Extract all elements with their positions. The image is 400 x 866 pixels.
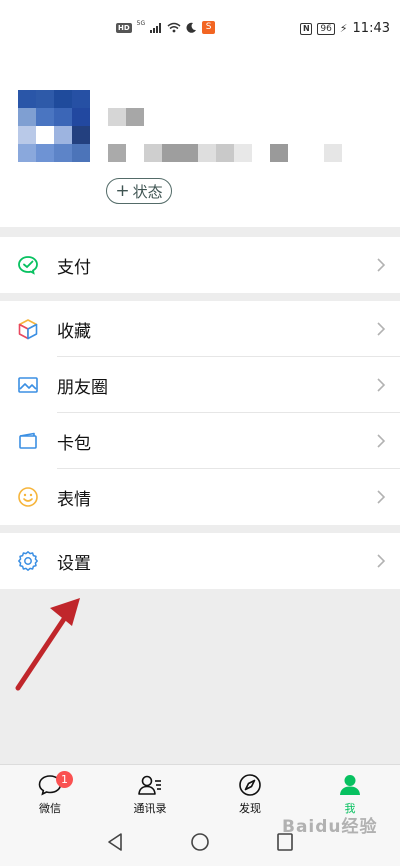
status-bar: HD 5G S N 96 ⚡ 11:43	[0, 0, 400, 60]
signal-icon	[150, 22, 162, 33]
menu-item-card-wallet[interactable]: 卡包	[0, 413, 400, 469]
tab-contacts[interactable]: 通讯录	[100, 765, 200, 820]
settings-group: 设置	[0, 533, 400, 589]
wechat-me-screen: HD 5G S N 96 ⚡ 11:43 + 状态 支付 收藏 朋友圈 卡包 表…	[0, 0, 400, 866]
tab-label: 微信	[39, 802, 61, 815]
unread-badge: 1	[56, 771, 73, 788]
annotation-arrow-icon	[15, 598, 80, 691]
settings-gear-icon	[18, 551, 38, 571]
avatar[interactable]	[18, 90, 90, 162]
card-wallet-icon	[19, 432, 37, 449]
compass-icon	[239, 774, 261, 796]
chevron-right-icon	[377, 434, 386, 448]
status-time: 11:43	[352, 21, 390, 36]
menu-item-pay[interactable]: 支付	[0, 237, 400, 293]
add-status-button[interactable]: + 状态	[106, 178, 172, 204]
do-not-disturb-moon-icon	[186, 22, 197, 33]
contacts-icon	[138, 775, 161, 795]
sticker-smile-icon	[18, 487, 38, 507]
tab-label: 发现	[239, 802, 261, 815]
nickname-blurred	[108, 108, 144, 126]
menu-item-label: 卡包	[57, 433, 91, 454]
chevron-right-icon	[377, 554, 386, 568]
status-bar-right: N 96 ⚡ 11:43	[300, 21, 390, 36]
menu-item-label: 收藏	[57, 321, 91, 342]
menu-item-label: 支付	[57, 257, 91, 278]
menu-item-favorites[interactable]: 收藏	[0, 301, 400, 357]
menu-item-label: 表情	[57, 489, 91, 510]
baidu-watermark: Baidu经验	[282, 817, 378, 837]
status-bar-indicators: HD 5G S	[116, 20, 216, 34]
status-button-label: 状态	[132, 182, 163, 201]
chevron-right-icon	[377, 258, 386, 272]
pay-group: 支付	[0, 237, 400, 293]
menu-item-stickers[interactable]: 表情	[0, 469, 400, 525]
menu-item-settings[interactable]: 设置	[0, 533, 400, 589]
menu-item-label: 朋友圈	[57, 377, 108, 398]
charging-bolt-icon: ⚡	[339, 22, 348, 35]
hd-badge: HD	[116, 22, 132, 33]
me-person-icon	[340, 775, 360, 795]
menu-item-moments[interactable]: 朋友圈	[0, 357, 400, 413]
moments-image-icon	[18, 377, 38, 393]
features-group: 收藏 朋友圈 卡包 表情	[0, 301, 400, 525]
wifi-icon	[167, 22, 181, 33]
tab-label: 通讯录	[133, 802, 167, 815]
profile-header[interactable]: + 状态	[0, 60, 400, 227]
chevron-right-icon	[377, 378, 386, 392]
orange-app-icon: S	[202, 21, 216, 34]
tab-chats[interactable]: 1 微信	[0, 765, 100, 820]
battery-icon: 96	[317, 22, 335, 35]
wechat-id-blurred	[108, 144, 342, 162]
chevron-right-icon	[377, 490, 386, 504]
favorites-cube-icon	[18, 319, 38, 340]
home-circle-icon[interactable]	[190, 832, 210, 852]
network-type: 5G	[136, 20, 146, 27]
chevron-right-icon	[377, 322, 386, 336]
plus-icon: +	[115, 180, 130, 201]
wechat-pay-icon	[18, 256, 38, 275]
back-triangle-icon[interactable]	[106, 832, 124, 852]
nfc-icon: N	[300, 22, 313, 35]
menu-item-label: 设置	[57, 553, 91, 574]
